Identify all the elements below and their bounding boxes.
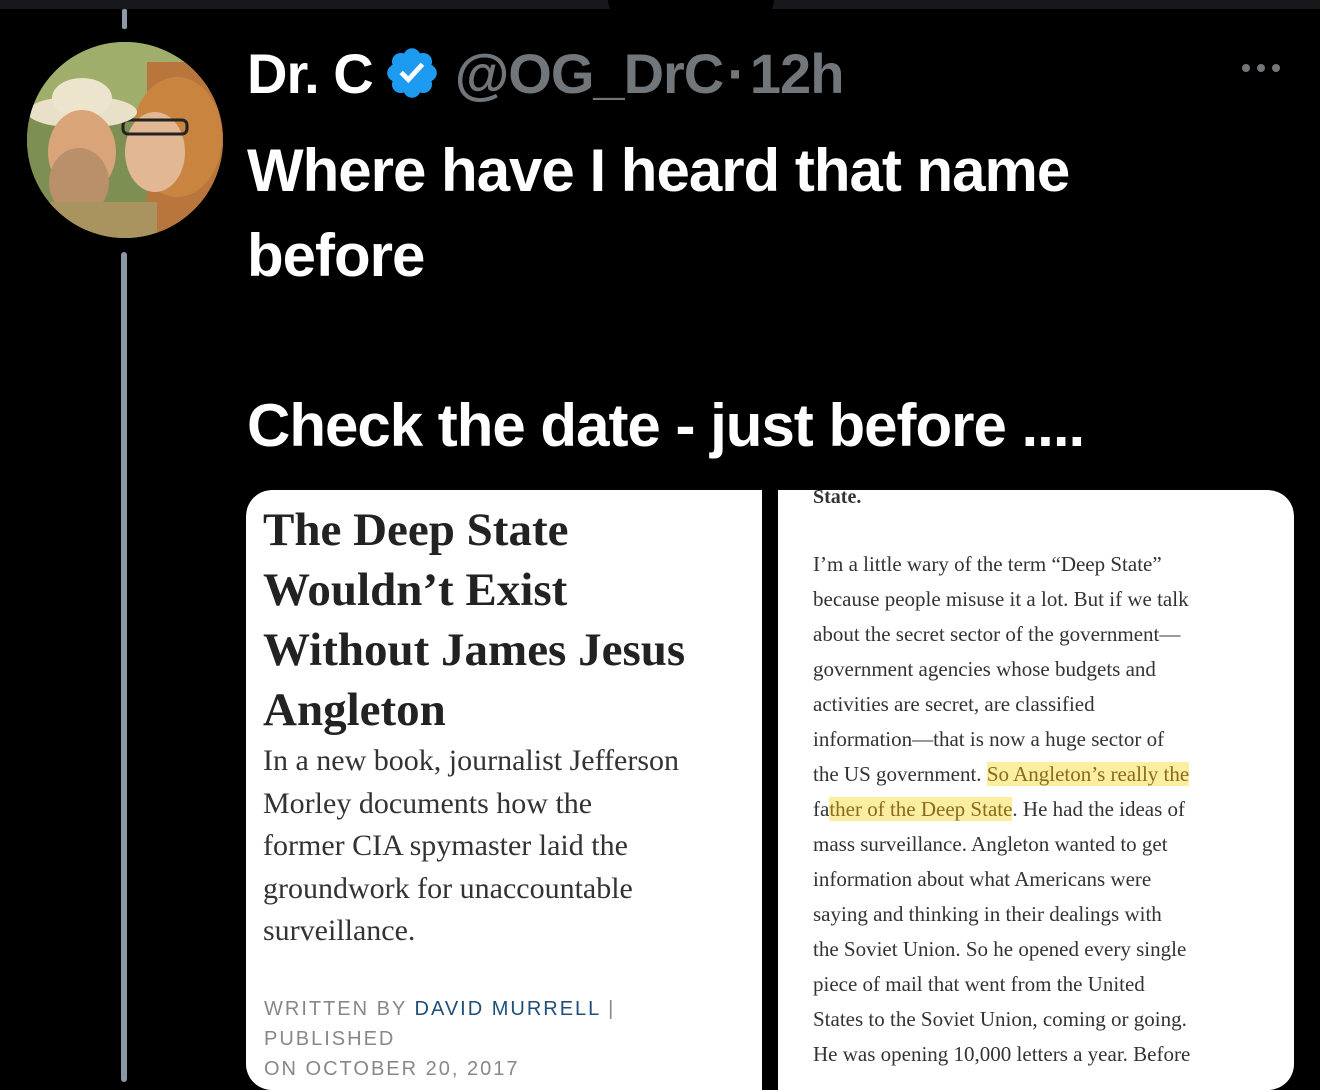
more-options-icon[interactable] bbox=[1242, 64, 1280, 72]
media-image-article[interactable]: The Deep State Wouldn’t Exist Without Ja… bbox=[246, 490, 762, 1090]
media-image-excerpt[interactable]: State. I’m a little wary of the term “De… bbox=[778, 490, 1294, 1090]
tweet-text-line: before bbox=[247, 222, 425, 289]
excerpt-text: fa bbox=[813, 797, 830, 821]
excerpt-line: father of the Deep State. He had the ide… bbox=[813, 792, 1283, 827]
byline-author: DAVID MURRELL bbox=[414, 998, 601, 1020]
tweet-text-line: Check the date - just before .... bbox=[247, 392, 1085, 459]
handle[interactable]: @OG_DrC bbox=[455, 41, 725, 106]
excerpt-line: government agencies whose budgets and bbox=[813, 657, 1156, 681]
tweet-text-line: Where have I heard that name bbox=[247, 137, 1070, 204]
excerpt-line: saying and thinking in their dealings wi… bbox=[813, 902, 1162, 926]
excerpt-line: activities are secret, are classified bbox=[813, 692, 1095, 716]
excerpt-line: the US government. So Angleton’s really … bbox=[813, 757, 1283, 792]
excerpt-line: He was opening 10,000 letters a year. Be… bbox=[813, 1042, 1191, 1066]
article-title-line: Wouldn’t Exist bbox=[263, 564, 568, 616]
article-subtitle-line: surveillance. bbox=[263, 914, 416, 947]
top-notch bbox=[608, 0, 774, 20]
excerpt-line: information about what Americans were bbox=[813, 867, 1152, 891]
tweet-text: Where have I heard that name before Chec… bbox=[247, 128, 1297, 468]
timestamp[interactable]: 12h bbox=[750, 41, 844, 106]
tweet-header: Dr. C @OG_DrC · 12h bbox=[247, 40, 844, 106]
excerpt-highlight: ther of the Deep State bbox=[829, 797, 1013, 821]
byline-date: ON OCTOBER 20, 2017 bbox=[264, 1058, 520, 1080]
excerpt-heading: State. bbox=[813, 490, 862, 508]
media-attachments[interactable]: The Deep State Wouldn’t Exist Without Ja… bbox=[246, 490, 1294, 1090]
article-subtitle-line: In a new book, journalist Jefferson bbox=[263, 744, 680, 777]
article-subtitle-line: Morley documents how the bbox=[263, 786, 593, 820]
article-title-line: The Deep State bbox=[263, 504, 569, 556]
excerpt-line: the Soviet Union. So he opened every sin… bbox=[813, 937, 1187, 961]
avatar[interactable] bbox=[27, 42, 223, 238]
verified-badge-icon bbox=[386, 48, 437, 98]
thread-line bbox=[121, 252, 127, 1082]
excerpt-body: I’m a little wary of the term “Deep Stat… bbox=[813, 547, 1283, 1072]
excerpt-text: . He had the ideas of bbox=[1012, 797, 1186, 821]
article-subtitle-line: groundwork for unaccountable bbox=[263, 871, 633, 905]
excerpt-line: piece of mail that went from the United bbox=[813, 972, 1145, 996]
article-title-line: Angleton bbox=[263, 684, 446, 736]
excerpt-line: about the secret sector of the governmen… bbox=[813, 622, 1181, 646]
excerpt-line: States to the Soviet Union, coming or go… bbox=[813, 1007, 1187, 1031]
article-subtitle: In a new book, journalist Jefferson Morl… bbox=[263, 740, 753, 953]
separator-dot: · bbox=[727, 41, 746, 105]
article-title: The Deep State Wouldn’t Exist Without Ja… bbox=[263, 500, 753, 740]
excerpt-line: information—that is now a huge sector of bbox=[813, 727, 1165, 751]
thread-line-top bbox=[122, 9, 127, 29]
article-byline: WRITTEN BY DAVID MURRELL | PUBLISHED ON … bbox=[264, 994, 754, 1084]
article-subtitle-line: former CIA spymaster laid the bbox=[263, 829, 628, 862]
excerpt-highlight: So Angleton’s really the bbox=[986, 762, 1190, 786]
display-name[interactable]: Dr. C bbox=[247, 41, 374, 106]
excerpt-line: because people misuse it a lot. But if w… bbox=[813, 587, 1189, 611]
excerpt-text: the US government. bbox=[813, 762, 987, 786]
excerpt-line: I’m a little wary of the term “Deep Stat… bbox=[813, 552, 1162, 576]
avatar-image bbox=[27, 42, 223, 238]
excerpt-line: mass surveillance. Angleton wanted to ge… bbox=[813, 832, 1168, 856]
article-title-line: Without James Jesus bbox=[263, 624, 686, 676]
byline-prefix: WRITTEN BY bbox=[264, 998, 415, 1020]
